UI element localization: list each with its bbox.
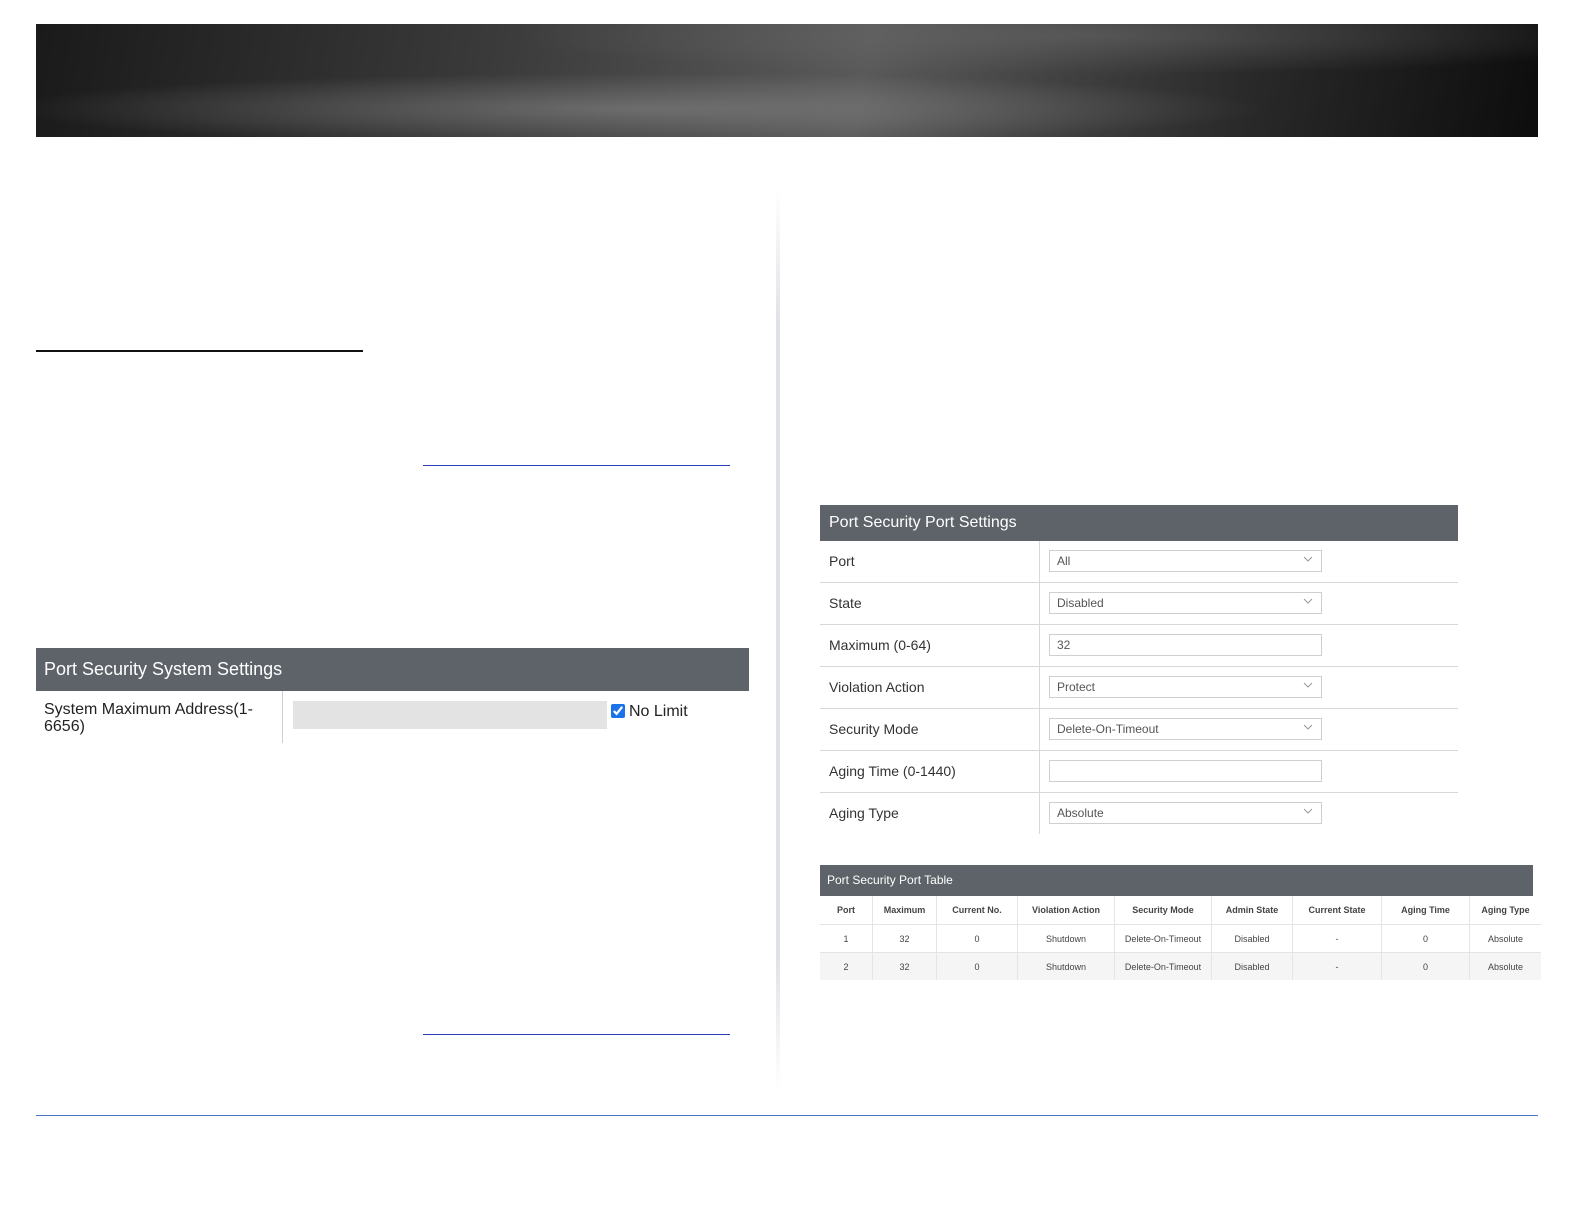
setting-label: State — [829, 595, 862, 611]
table-cell: 0 — [1381, 924, 1470, 953]
aging-time-0-1440-input[interactable] — [1049, 760, 1322, 782]
setting-label: Security Mode — [829, 721, 919, 737]
table-cell: Disabled — [1211, 952, 1293, 980]
port-settings-panel: Port Security Port Settings Port All State… — [820, 505, 1458, 834]
table-cell: - — [1292, 952, 1382, 980]
column-header: Maximum — [872, 896, 937, 925]
security-mode-select[interactable]: Delete-On-Timeout — [1049, 718, 1322, 740]
setting-row-aging-type: Aging Type Absolute — [820, 793, 1458, 834]
system-max-address-row: System Maximum Address(1-6656) No Limit — [36, 691, 749, 743]
table-row: 2 32 0 Shutdown Delete-On-Timeout Disabled -0 A… — [820, 952, 1541, 980]
port-table-title: Port Security Port Table — [820, 865, 1533, 896]
setting-label: Maximum (0-64) — [829, 637, 931, 653]
column-header: Port — [837, 905, 855, 915]
setting-row-state: State Disabled — [820, 583, 1458, 625]
system-max-address-label: System Maximum Address(1-6656) — [44, 701, 253, 735]
table-cell: Shutdown — [1017, 952, 1115, 980]
table-cell: Absolute — [1469, 924, 1541, 953]
setting-label: Violation Action — [829, 679, 925, 695]
column-divider — [776, 190, 780, 1090]
setting-row-port: Port All — [820, 541, 1458, 583]
no-limit-checkbox[interactable] — [611, 704, 625, 718]
table-cell: Delete-On-Timeout — [1114, 952, 1212, 980]
table-row: 1 32 0 Shutdown Delete-On-Timeout Disabled -0 A… — [820, 924, 1541, 953]
table-cell: 0 — [1381, 952, 1470, 980]
row-separator — [1039, 709, 1040, 750]
table-cell: Absolute — [1469, 952, 1541, 980]
table-header-row: Port Maximum Current No. Violation Action Se… — [820, 896, 1541, 925]
footer-rule — [36, 1115, 1538, 1116]
field-value: Delete-On-Timeout — [1057, 722, 1159, 736]
column-header: Security Mode — [1114, 896, 1212, 925]
chevron-down-icon — [1303, 724, 1313, 730]
system-settings-panel: Port Security System Settings System Max… — [36, 648, 749, 743]
state-select[interactable]: Disabled — [1049, 592, 1322, 614]
port-security-table: Port Maximum Current No. Violation Action Se… — [820, 896, 1541, 980]
row-separator — [1039, 541, 1040, 582]
table-cell: Delete-On-Timeout — [1114, 924, 1212, 953]
row-separator — [1039, 667, 1040, 708]
column-header: Current No. — [936, 896, 1018, 925]
column-header: Admin State — [1211, 896, 1293, 925]
field-value: All — [1057, 554, 1071, 568]
table-cell: Shutdown — [1017, 924, 1115, 953]
row-separator — [1039, 583, 1040, 624]
hyperlink-underline[interactable] — [423, 465, 730, 466]
column-header: Aging Time — [1381, 896, 1470, 925]
field-value: Protect — [1057, 680, 1096, 694]
setting-row-violation-action: Violation Action Protect — [820, 667, 1458, 709]
table-cell: 0 — [936, 924, 1018, 953]
column-header: Current State — [1292, 896, 1382, 925]
port-table-panel: Port Security Port Table Port Maximum Curr… — [820, 865, 1541, 980]
aging-type-select[interactable]: Absolute — [1049, 802, 1322, 824]
chevron-down-icon — [1303, 682, 1313, 688]
field-value: 32 — [1057, 638, 1071, 652]
row-separator — [1039, 751, 1040, 792]
port-select[interactable]: All — [1049, 550, 1322, 572]
no-limit-label[interactable]: No Limit — [629, 703, 688, 721]
column-header: Violation Action — [1017, 896, 1115, 925]
row-separator — [1039, 625, 1040, 666]
header-banner — [36, 24, 1538, 137]
setting-label: Aging Type — [829, 805, 899, 821]
setting-row-aging-time-0-1440: Aging Time (0-1440) — [820, 751, 1458, 793]
setting-row-security-mode: Security Mode Delete-On-Timeout — [820, 709, 1458, 751]
table-cell: 32 — [872, 952, 937, 980]
setting-label: Port — [829, 553, 855, 569]
section-rule — [36, 350, 363, 352]
violation-action-select[interactable]: Protect — [1049, 676, 1322, 698]
chevron-down-icon — [1303, 556, 1313, 562]
field-value: Disabled — [1057, 596, 1104, 610]
table-cell: 2 — [820, 952, 873, 980]
table-cell: - — [1292, 924, 1382, 953]
chevron-down-icon — [1303, 598, 1313, 604]
setting-label: Aging Time (0-1440) — [829, 763, 956, 779]
table-cell: Disabled — [1211, 924, 1293, 953]
chevron-down-icon — [1303, 808, 1313, 814]
column-header: Aging Type — [1469, 896, 1541, 925]
table-cell: 1 — [820, 924, 873, 953]
system-max-address-input[interactable] — [293, 701, 607, 729]
maximum-0-64-input[interactable]: 32 — [1049, 634, 1322, 656]
port-settings-title: Port Security Port Settings — [820, 505, 1458, 541]
setting-row-maximum-0-64: Maximum (0-64) 32 — [820, 625, 1458, 667]
system-settings-title: Port Security System Settings — [36, 648, 749, 691]
field-value: Absolute — [1057, 806, 1104, 820]
row-separator — [282, 691, 283, 743]
table-cell: 0 — [936, 952, 1018, 980]
hyperlink-underline[interactable] — [423, 1034, 730, 1035]
table-cell: 32 — [872, 924, 937, 953]
row-separator — [1039, 793, 1040, 834]
